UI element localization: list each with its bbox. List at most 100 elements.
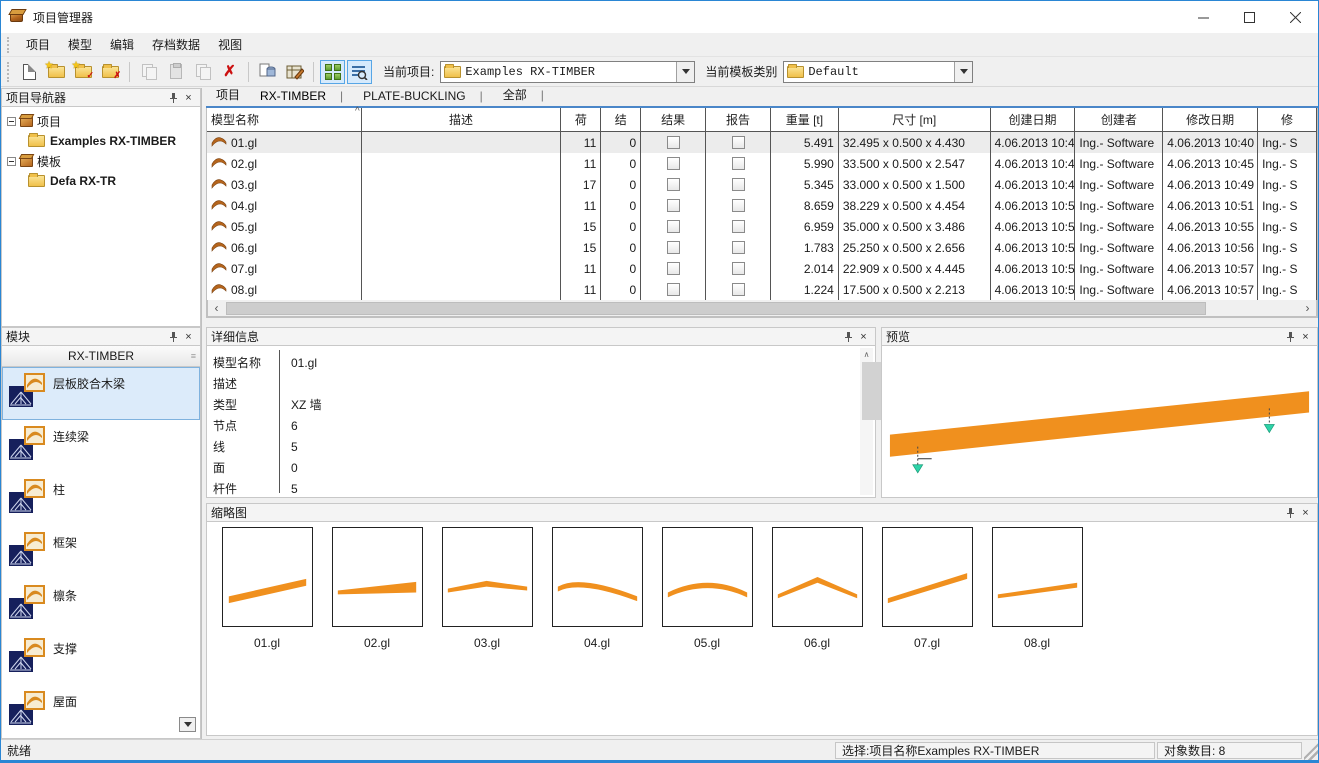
scrollbar-thumb[interactable] bbox=[226, 302, 1206, 315]
menu-item-存档数据[interactable]: 存档数据 bbox=[143, 35, 209, 55]
column-header-7[interactable]: 重量 [t] bbox=[771, 108, 839, 131]
results-checkbox[interactable] bbox=[667, 136, 680, 149]
table-row[interactable]: 03.gl1705.34533.000 x 0.500 x 1.5004.06.… bbox=[207, 174, 1317, 195]
thumbnail-image[interactable] bbox=[222, 527, 313, 627]
thumbnail-item[interactable]: 03.gl bbox=[432, 527, 542, 650]
table-row[interactable]: 02.gl1105.99033.500 x 0.500 x 2.5474.06.… bbox=[207, 153, 1317, 174]
column-header-4[interactable]: 结 bbox=[601, 108, 641, 131]
table-row[interactable]: 08.gl1101.22417.500 x 0.500 x 2.2134.06.… bbox=[207, 279, 1317, 300]
detail-view-toggle[interactable] bbox=[347, 60, 372, 84]
thumbnail-image[interactable] bbox=[442, 527, 533, 627]
report-checkbox[interactable] bbox=[732, 178, 745, 191]
scroll-up-icon[interactable]: ∧ bbox=[860, 348, 873, 361]
close-button[interactable] bbox=[1272, 1, 1318, 33]
table-row[interactable]: 07.gl1102.01422.909 x 0.500 x 4.4454.06.… bbox=[207, 258, 1317, 279]
tree-node-template-item[interactable]: Defa RX-TR bbox=[4, 171, 198, 191]
results-checkbox[interactable] bbox=[667, 199, 680, 212]
column-header-8[interactable]: 尺寸 [m] bbox=[839, 108, 991, 131]
thumbnail-item[interactable]: 01.gl bbox=[212, 527, 322, 650]
column-header-9[interactable]: 创建日期 bbox=[991, 108, 1076, 131]
module-group-header[interactable]: RX-TIMBER ≡ bbox=[1, 346, 201, 367]
close-icon[interactable]: × bbox=[1298, 330, 1313, 344]
report-checkbox[interactable] bbox=[732, 199, 745, 212]
results-checkbox[interactable] bbox=[667, 157, 680, 170]
dropdown-button[interactable] bbox=[954, 62, 972, 82]
results-checkbox[interactable] bbox=[667, 178, 680, 191]
results-checkbox[interactable] bbox=[667, 220, 680, 233]
results-checkbox[interactable] bbox=[667, 241, 680, 254]
module-item-支撑[interactable]: 支撑 bbox=[2, 632, 200, 685]
column-header-5[interactable]: 结果 bbox=[641, 108, 706, 131]
duplicate-button[interactable] bbox=[190, 60, 215, 84]
column-header-1[interactable]: 模型名称 bbox=[207, 108, 362, 131]
delete-button[interactable]: ✗ bbox=[217, 60, 242, 84]
open-project-button[interactable]: ★✓ bbox=[71, 60, 96, 84]
pin-icon[interactable] bbox=[166, 91, 181, 105]
column-header-10[interactable]: 创建者 bbox=[1075, 108, 1163, 131]
scroll-down-button[interactable] bbox=[179, 717, 196, 732]
scroll-right-icon[interactable]: › bbox=[1299, 300, 1316, 316]
pin-icon[interactable] bbox=[1283, 506, 1298, 520]
resize-grip[interactable] bbox=[1304, 740, 1318, 760]
module-item-层板胶合木梁[interactable]: 层板胶合木梁 bbox=[2, 367, 200, 420]
menu-item-编辑[interactable]: 编辑 bbox=[101, 35, 143, 55]
copy-button[interactable] bbox=[136, 60, 161, 84]
menu-item-视图[interactable]: 视图 bbox=[209, 35, 251, 55]
report-checkbox[interactable] bbox=[732, 157, 745, 170]
column-header-12[interactable]: 修 bbox=[1258, 108, 1317, 131]
tab-项目[interactable]: 项目 bbox=[206, 88, 250, 106]
edit-table-button[interactable] bbox=[282, 60, 307, 84]
tab-全部[interactable]: 全部| bbox=[493, 88, 554, 106]
pin-icon[interactable] bbox=[841, 330, 856, 344]
column-header-6[interactable]: 报告 bbox=[706, 108, 771, 131]
pin-icon[interactable] bbox=[166, 330, 181, 344]
menu-item-项目[interactable]: 项目 bbox=[17, 35, 59, 55]
current-project-combobox[interactable]: Examples RX-TIMBER bbox=[440, 61, 695, 83]
thumbnail-image[interactable] bbox=[332, 527, 423, 627]
report-checkbox[interactable] bbox=[732, 136, 745, 149]
pin-icon[interactable] bbox=[1283, 330, 1298, 344]
tab-PLATE-BUCKLING[interactable]: PLATE-BUCKLING| bbox=[353, 88, 493, 106]
column-header-3[interactable]: 荷 bbox=[561, 108, 601, 131]
table-row[interactable]: 05.gl1506.95935.000 x 0.500 x 3.4864.06.… bbox=[207, 216, 1317, 237]
collapse-icon[interactable] bbox=[7, 117, 16, 126]
paste-button[interactable] bbox=[163, 60, 188, 84]
module-item-屋面[interactable]: 屋面 bbox=[2, 685, 200, 738]
dropdown-button[interactable] bbox=[676, 62, 694, 82]
close-icon[interactable]: × bbox=[181, 330, 196, 344]
menu-item-模型[interactable]: 模型 bbox=[59, 35, 101, 55]
template-category-combobox[interactable]: Default bbox=[783, 61, 973, 83]
scroll-left-icon[interactable]: ‹ bbox=[208, 300, 225, 316]
horizontal-scrollbar[interactable]: ‹ › bbox=[207, 300, 1317, 317]
thumbnail-item[interactable]: 04.gl bbox=[542, 527, 652, 650]
column-header-2[interactable]: 描述 bbox=[362, 108, 562, 131]
collapse-icon[interactable] bbox=[7, 157, 16, 166]
minimize-button[interactable] bbox=[1180, 1, 1226, 33]
thumbnail-view-toggle[interactable] bbox=[320, 60, 345, 84]
report-checkbox[interactable] bbox=[732, 283, 745, 296]
module-item-柱[interactable]: 柱 bbox=[2, 473, 200, 526]
thumbnail-item[interactable]: 07.gl bbox=[872, 527, 982, 650]
thumbnail-image[interactable] bbox=[882, 527, 973, 627]
results-checkbox[interactable] bbox=[667, 262, 680, 275]
thumbnail-image[interactable] bbox=[992, 527, 1083, 627]
new-project-button[interactable]: ★ bbox=[44, 60, 69, 84]
report-checkbox[interactable] bbox=[732, 262, 745, 275]
tree-node-projects[interactable]: 项目 bbox=[4, 111, 198, 131]
tree-node-templates[interactable]: 模板 bbox=[4, 151, 198, 171]
vertical-scrollbar[interactable]: ∧ bbox=[860, 348, 873, 495]
thumbnail-item[interactable]: 06.gl bbox=[762, 527, 872, 650]
new-model-button[interactable] bbox=[17, 60, 42, 84]
close-icon[interactable]: × bbox=[1298, 506, 1313, 520]
thumbnail-item[interactable]: 05.gl bbox=[652, 527, 762, 650]
table-row[interactable]: 04.gl1108.65938.229 x 0.500 x 4.4544.06.… bbox=[207, 195, 1317, 216]
thumbnail-item[interactable]: 02.gl bbox=[322, 527, 432, 650]
module-item-框架[interactable]: 框架 bbox=[2, 526, 200, 579]
column-header-11[interactable]: 修改日期 bbox=[1163, 108, 1258, 131]
table-row[interactable]: 06.gl1501.78325.250 x 0.500 x 2.6564.06.… bbox=[207, 237, 1317, 258]
maximize-button[interactable] bbox=[1226, 1, 1272, 33]
table-row[interactable]: 01.gl1105.49132.495 x 0.500 x 4.4304.06.… bbox=[207, 132, 1317, 153]
results-checkbox[interactable] bbox=[667, 283, 680, 296]
close-icon[interactable]: × bbox=[856, 330, 871, 344]
module-item-檩条[interactable]: 檩条 bbox=[2, 579, 200, 632]
